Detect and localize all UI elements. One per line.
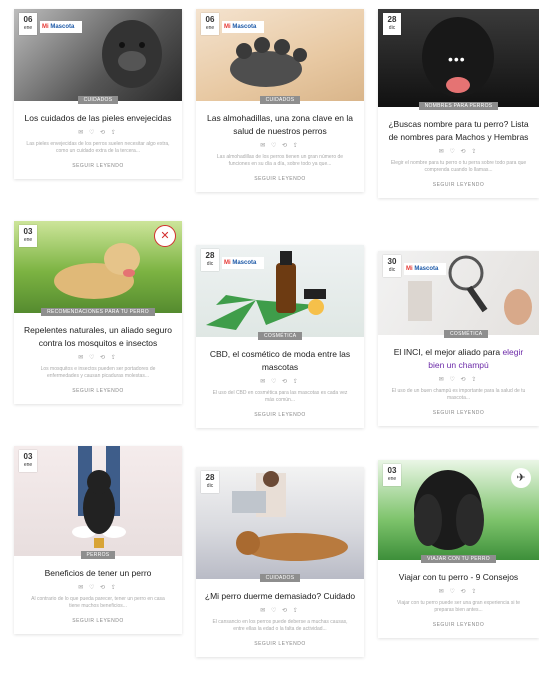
category-badge[interactable]: Cuidados [77, 96, 119, 104]
post-excerpt: Las almohadillas de los perros tienen un… [216, 154, 344, 167]
post-excerpt: Elegir el nombre para tu perro o tu perr… [390, 160, 527, 173]
read-more-link[interactable]: Seguir leyendo [378, 410, 539, 416]
post-thumbnail[interactable]: 28 dic ••• [378, 9, 539, 107]
post-thumbnail[interactable]: 06 ene Mi Mascota [14, 9, 182, 101]
post-date: 28 dic [201, 471, 219, 493]
post-title[interactable]: Viajar con tu perro - 9 Consejos [386, 571, 531, 584]
post-thumbnail[interactable]: 28 dic Mi Mascota [196, 245, 364, 337]
category-badge[interactable]: Recomendaciones para tu perro [41, 308, 155, 316]
post-thumbnail[interactable]: 03 ene ✕ [14, 221, 182, 313]
category-badge[interactable]: Viajar con tu perro [421, 555, 496, 563]
post-excerpt: Las pieles envejecidas de los perros sue… [26, 141, 170, 154]
category-badge[interactable]: Cuidados [259, 96, 301, 104]
post-meta-icons: ✉ ♡ ⟲ ⇪ [78, 130, 118, 136]
post-excerpt: El cansancio en los perros puede deberse… [212, 619, 348, 632]
post-meta-icons: ✉ ♡ ⟲ ⇪ [78, 355, 118, 361]
post-card[interactable]: 28 dic Mi Mascota Cosmética CBD, el cosmé… [196, 245, 364, 428]
read-more-link[interactable]: Seguir leyendo [14, 388, 182, 394]
post-card[interactable]: 03 ene ✕ Recomendaciones para tu perro Re… [14, 221, 182, 404]
post-title[interactable]: Los cuidados de las pieles envejecidas [22, 112, 174, 125]
post-date: 06 ene [19, 13, 37, 35]
post-date: 28 dic [383, 13, 401, 35]
post-date: 03 ene [19, 225, 37, 247]
post-meta-icons: ✉ ♡ ⟲ ⇪ [260, 608, 300, 614]
bug-off-icon: ✕ [154, 225, 176, 247]
post-card[interactable]: 06 ene Mi Mascota Cuidados Los cuidados d… [14, 9, 182, 179]
post-thumbnail[interactable]: 03 ene [14, 446, 182, 556]
post-card[interactable]: 28 dic Cuidados ¿Mi perro duerme demasiad… [196, 467, 364, 657]
read-more-link[interactable]: Seguir leyendo [196, 176, 364, 182]
post-excerpt: El uso del CBD en cosmética para las mas… [212, 390, 348, 403]
post-title[interactable]: ¿Mi perro duerme demasiado? Cuidado [204, 590, 356, 603]
dog-photo [232, 471, 348, 561]
post-date: 06 ene [201, 13, 219, 35]
post-card[interactable]: 06 ene Mi Mascota Cuidados Las almohadill… [196, 9, 364, 192]
post-meta-icons: ✉ ♡ ⟲ ⇪ [78, 585, 118, 591]
read-more-link[interactable]: Seguir leyendo [378, 622, 539, 628]
post-thumbnail[interactable]: 03 ene ✈ [378, 460, 539, 560]
read-more-link[interactable]: Seguir leyendo [14, 618, 182, 624]
post-title[interactable]: El INCI, el mejor aliado para elegir bie… [386, 346, 531, 372]
post-excerpt: Al contrario de lo que pueda parecer, te… [31, 596, 165, 609]
post-excerpt: El uso de un buen champú es importante p… [391, 388, 526, 401]
brand-logo: Mi Mascota [222, 257, 264, 269]
post-excerpt: Los mosquitos e insectos pueden ser port… [40, 366, 156, 379]
brand-logo: Mi Mascota [222, 21, 264, 33]
read-more-link[interactable]: Seguir leyendo [378, 182, 539, 188]
magnifier-photo [408, 255, 532, 325]
post-meta-icons: ✉ ♡ ⟲ ⇪ [260, 379, 300, 385]
post-thumbnail[interactable]: 06 ene Mi Mascota [196, 9, 364, 101]
brand-logo: Mi Mascota [404, 263, 446, 275]
post-date: 03 ene [383, 464, 401, 486]
category-badge[interactable]: Cuidados [259, 574, 301, 582]
post-meta-icons: ✉ ♡ ⟲ ⇪ [260, 143, 300, 149]
ellipsis-icon[interactable]: ••• [448, 51, 466, 67]
post-date: 30 dic [383, 255, 401, 277]
post-date: 28 dic [201, 249, 219, 271]
post-date: 03 ene [19, 450, 37, 472]
post-card[interactable]: 03 ene ✈ Viajar con tu perro Viajar con t… [378, 460, 539, 638]
post-card[interactable]: 03 ene Perros Beneficios de tener un perr… [14, 446, 182, 634]
post-meta-icons: ✉ ♡ ⟲ ⇪ [438, 589, 479, 595]
post-title[interactable]: CBD, el cosmético de moda entre las masc… [204, 348, 356, 374]
read-more-link[interactable]: Seguir leyendo [196, 641, 364, 647]
post-thumbnail[interactable]: 30 dic Mi Mascota [378, 251, 539, 335]
post-meta-icons: ✉ ♡ ⟲ ⇪ [438, 377, 479, 383]
post-title[interactable]: Repelentes naturales, un aliado seguro c… [22, 324, 174, 350]
brand-logo: Mi Mascota [40, 21, 82, 33]
post-title[interactable]: Las almohadillas, una zona clave en la s… [204, 112, 356, 138]
post-title[interactable]: Beneficios de tener un perro [22, 567, 174, 580]
post-excerpt: Viajar con tu perro puede ser una gran e… [396, 600, 521, 613]
category-badge[interactable]: Perros [80, 551, 116, 559]
category-badge[interactable]: Cosmética [444, 330, 489, 338]
category-badge[interactable]: Cosmética [258, 332, 303, 340]
airplane-icon: ✈ [511, 468, 531, 488]
read-more-link[interactable]: Seguir leyendo [14, 163, 182, 169]
post-thumbnail[interactable]: 28 dic [196, 467, 364, 579]
read-more-link[interactable]: Seguir leyendo [196, 412, 364, 418]
post-title[interactable]: ¿Buscas nombre para tu perro? Lista de n… [386, 118, 531, 144]
dog-photo [72, 446, 126, 548]
category-badge[interactable]: Nombres para perros [418, 102, 499, 110]
post-card[interactable]: 30 dic Mi Mascota Cosmética El INCI, el m… [378, 251, 539, 426]
post-card[interactable]: 28 dic ••• Nombres para perros ¿Buscas no… [378, 9, 539, 198]
post-meta-icons: ✉ ♡ ⟲ ⇪ [438, 149, 479, 155]
